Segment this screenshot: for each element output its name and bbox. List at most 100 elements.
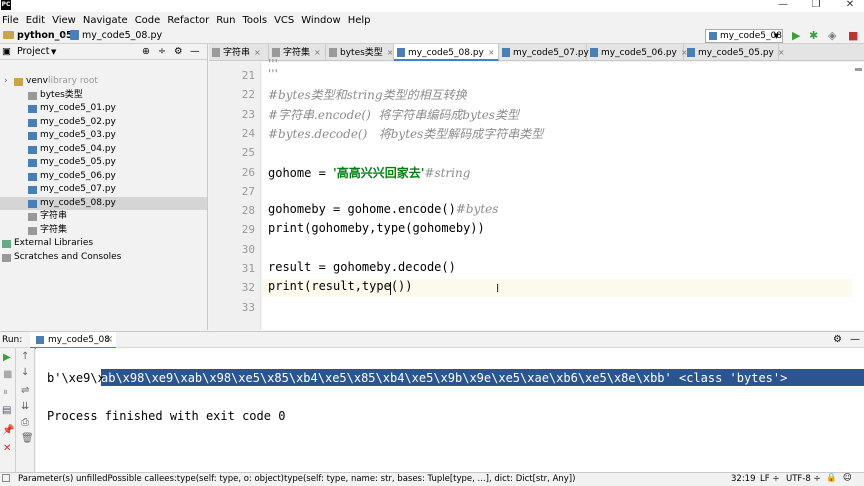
python-file-icon [28,145,37,154]
inspector-icon[interactable]: ☺ [843,472,852,485]
pause-icon[interactable]: ⏸ [3,388,8,398]
text-file-icon [28,226,37,235]
text-file-icon [272,48,280,57]
code-line: #字符串.encode() 将字符串编码成bytes类型 [268,107,519,122]
menu-help[interactable]: Help [348,15,371,26]
debug-icon[interactable]: ✱ [809,30,818,42]
folder-icon [14,78,23,86]
file-encoding[interactable]: UTF-8 ÷ [786,473,821,486]
breadcrumb-file[interactable]: my_code5_08.py [70,29,162,41]
python-file-icon [590,48,598,57]
run-panel-header: Run: my_code5_08 × ⚙ — [0,331,864,349]
stop-icon[interactable]: ■ [848,30,858,42]
chevron-right-icon[interactable]: › [4,75,8,89]
coverage-icon[interactable]: ◈ [828,30,836,42]
menu-run[interactable]: Run [216,15,235,26]
line-separator[interactable]: LF ÷ [760,473,779,486]
run-configuration-select[interactable]: my_code5_08 ▼ [705,29,783,43]
run-label: Run: [2,335,23,345]
editor-tab[interactable]: 字符串 × [209,44,269,61]
editor-tab[interactable]: my_code5_07.py× [499,44,600,61]
arrow-down-icon[interactable]: ↓ [21,368,29,378]
project-panel-title[interactable]: Project [17,46,50,57]
menu-file[interactable]: File [2,15,19,26]
line-number: 33 [241,300,255,314]
hide-panel-icon[interactable]: — [190,46,200,57]
soft-wrap-icon[interactable]: ⇌ [21,386,29,396]
chevron-down-icon[interactable]: ▼ [51,48,56,56]
scroll-end-icon[interactable]: ⇊ [21,402,29,412]
stop-icon[interactable]: ■ [3,370,12,380]
tree-item[interactable]: › venv library root [0,75,207,89]
menu-tools[interactable]: Tools [242,15,267,26]
editor-tab[interactable]: my_code5_06.py × [587,44,688,61]
gear-icon[interactable]: ⚙ [174,46,183,57]
locate-icon[interactable]: ⊕ [142,46,150,57]
trash-icon[interactable]: 🗑 [21,434,34,444]
tree-item-label: my_code5_02.py [40,116,116,127]
collapse-icon[interactable]: ÷ [158,46,166,57]
status-message: Parameter(s) unfilledPossible callees:ty… [18,474,576,484]
tree-item[interactable]: 字符集 [0,224,207,238]
close-tab-icon[interactable]: × [778,48,785,57]
tree-item[interactable]: ›External Libraries [0,237,207,251]
close-window-button[interactable]: ✕ [842,0,858,10]
editor-tab[interactable]: my_code5_05.py × [684,44,785,61]
tree-item[interactable]: my_code5_01.py [0,102,207,116]
run-tab[interactable]: my_code5_08 [30,332,116,349]
menu-refactor[interactable]: Refactor [167,15,209,26]
pin-icon[interactable]: 📌 [2,426,14,436]
python-file-icon [28,159,37,167]
menu-edit[interactable]: Edit [26,15,45,26]
close-tab-icon[interactable]: × [488,48,495,57]
tree-item[interactable]: my_code5_08.py [0,196,207,210]
close-tab-icon[interactable]: × [105,334,113,345]
status-panel-icon[interactable] [2,474,10,482]
close-tab-icon[interactable]: × [387,48,394,57]
maximize-button[interactable]: ❐ [808,0,824,10]
tree-item-label: my_code5_06.py [40,170,116,181]
run-icon[interactable]: ▶ [792,30,800,42]
minimize-button[interactable]: — [775,0,791,10]
close-tab-icon[interactable]: × [254,48,261,57]
menu-view[interactable]: View [52,15,76,26]
console-output-selected[interactable]: ab\x98\xe9\xab\x98\xe5\x85\xb4\xe5\x85\x… [101,371,787,385]
title-bar: PC — ❐ ✕ [0,0,864,12]
caret-position[interactable]: 32:19 [731,473,756,486]
layout-icon[interactable]: ▤ [2,406,11,416]
menu-code[interactable]: Code [135,15,161,26]
hide-panel-icon[interactable]: — [850,334,860,345]
tab-label: my_code5_05.py [698,48,774,58]
gear-icon[interactable]: ⚙ [833,334,842,345]
python-file-icon [28,105,37,113]
menu-vcs[interactable]: VCS [274,15,294,26]
editor-tab[interactable]: bytes类型 × [326,44,394,61]
close-tab-icon[interactable]: × [314,48,321,57]
rerun-icon[interactable]: ▶ [3,353,11,363]
menu-bar: File Edit View Navigate Code Refactor Ru… [0,12,864,28]
python-file-icon [28,186,37,194]
lock-icon[interactable]: 🔒 [826,472,837,485]
arrow-up-icon[interactable]: ↑ [21,352,29,362]
tree-item[interactable]: my_code5_04.py [0,143,207,157]
code-line: result = gohomeby.decode() [268,260,456,274]
console-output-prefix: b'\xe9\x [47,371,105,385]
editor-tab[interactable]: my_code5_08.py × [394,44,499,61]
tree-item[interactable]: 字符串 [0,210,207,224]
tree-item-label: my_code5_08.py [40,197,116,208]
tree-item[interactable]: bytes类型 [0,89,207,103]
tree-item[interactable]: my_code5_03.py [0,129,207,143]
python-file-icon [709,32,717,40]
tree-item[interactable]: my_code5_02.py [0,116,207,130]
tree-item[interactable]: my_code5_07.py [0,183,207,197]
close-icon[interactable]: ✕ [3,444,11,454]
menu-navigate[interactable]: Navigate [83,15,128,26]
text-caret [390,282,391,295]
print-icon[interactable]: ⎙ [21,418,29,428]
tree-item[interactable]: my_code5_05.py [0,156,207,170]
menu-window[interactable]: Window [301,15,340,26]
tree-item[interactable]: Scratches and Consoles [0,251,207,265]
tree-item[interactable]: my_code5_06.py [0,170,207,184]
editor-scrollbar[interactable] [852,62,864,330]
python-file-icon [397,48,405,57]
